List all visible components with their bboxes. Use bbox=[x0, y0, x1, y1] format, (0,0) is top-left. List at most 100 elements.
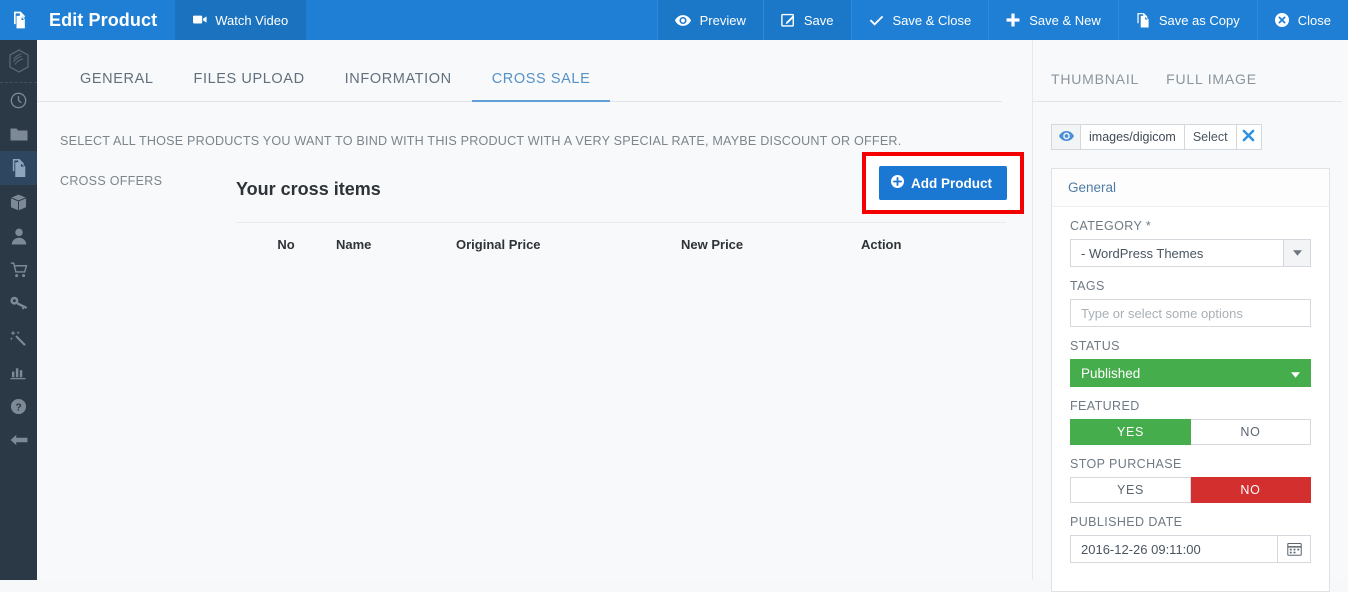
watch-video-button[interactable]: Watch Video bbox=[175, 0, 306, 40]
sidebar-item-orders[interactable] bbox=[0, 253, 37, 287]
cross-offers-label: CROSS OFFERS bbox=[60, 174, 162, 188]
cart-icon bbox=[10, 262, 28, 278]
bar-chart-icon bbox=[10, 365, 27, 380]
tab-files-upload[interactable]: FILES UPLOAD bbox=[174, 71, 325, 101]
save-and-new-button[interactable]: Save & New bbox=[988, 0, 1118, 40]
featured-yes-option[interactable]: YES bbox=[1070, 419, 1191, 445]
column-header-action: Action bbox=[861, 237, 981, 252]
tab-thumbnail[interactable]: THUMBNAIL bbox=[1051, 71, 1153, 101]
calendar-icon[interactable] bbox=[1277, 535, 1311, 563]
category-field: CATEGORY * - WordPress Themes bbox=[1070, 219, 1311, 267]
sidebar-item-products[interactable] bbox=[0, 151, 37, 185]
sidebar-item-dashboard[interactable] bbox=[0, 83, 37, 117]
package-icon bbox=[10, 194, 27, 211]
documents-icon bbox=[10, 159, 27, 177]
preview-label: Preview bbox=[700, 13, 746, 28]
column-header-new-price: New Price bbox=[681, 237, 861, 252]
content-area: GENERAL FILES UPLOAD INFORMATION CROSS S… bbox=[37, 40, 1348, 580]
video-camera-icon bbox=[193, 13, 207, 28]
user-icon bbox=[11, 228, 27, 245]
sidebar-item-help[interactable]: ? bbox=[0, 389, 37, 423]
copy-icon bbox=[1136, 13, 1150, 28]
image-tabs: THUMBNAIL FULL IMAGE bbox=[1033, 40, 1342, 102]
tags-field: TAGS bbox=[1070, 279, 1311, 327]
tab-information[interactable]: INFORMATION bbox=[325, 71, 472, 101]
status-value: Published bbox=[1081, 366, 1140, 381]
panel-header-general: General bbox=[1052, 169, 1329, 207]
page-title: Edit Product bbox=[37, 0, 175, 40]
stop-purchase-field: STOP PURCHASE YES NO bbox=[1070, 457, 1311, 503]
add-product-label: Add Product bbox=[911, 176, 992, 191]
preview-button[interactable]: Preview bbox=[657, 0, 763, 40]
chevron-down-icon[interactable] bbox=[1283, 240, 1310, 266]
sidebar-item-licenses[interactable] bbox=[0, 287, 37, 321]
featured-label: FEATURED bbox=[1070, 399, 1311, 413]
status-select[interactable]: Published bbox=[1070, 359, 1311, 387]
cross-items-panel: Your cross items Add Product Add Product bbox=[236, 172, 1006, 252]
cross-offers-section: CROSS OFFERS Your cross items Add Produc… bbox=[37, 172, 1032, 252]
tab-general-label: GENERAL bbox=[80, 71, 154, 87]
plus-icon bbox=[1006, 13, 1020, 27]
published-date-label: PUBLISHED DATE bbox=[1070, 515, 1311, 529]
save-as-copy-button[interactable]: Save as Copy bbox=[1118, 0, 1257, 40]
sidebar-item-packages[interactable] bbox=[0, 185, 37, 219]
save-and-close-button[interactable]: Save & Close bbox=[851, 0, 989, 40]
sidebar-item-back[interactable] bbox=[0, 423, 37, 457]
tab-full-image[interactable]: FULL IMAGE bbox=[1166, 71, 1271, 101]
close-circle-icon bbox=[1275, 13, 1289, 27]
featured-toggle: YES NO bbox=[1070, 419, 1311, 445]
toolbar-actions: Preview Save Save & Close Save & New Sav bbox=[657, 0, 1348, 40]
key-icon bbox=[10, 296, 28, 312]
published-date-control bbox=[1070, 535, 1311, 563]
cross-items-table-header: No Name Original Price New Price Action bbox=[236, 223, 1006, 252]
add-product-highlight-box: Add Product bbox=[862, 152, 1024, 214]
status-field: STATUS Published bbox=[1070, 339, 1311, 387]
tab-general[interactable]: GENERAL bbox=[60, 71, 174, 101]
stop-purchase-toggle: YES NO bbox=[1070, 477, 1311, 503]
watch-video-label: Watch Video bbox=[215, 13, 288, 28]
plus-circle-icon bbox=[891, 175, 904, 191]
column-header-no: No bbox=[236, 237, 336, 252]
select-image-button[interactable]: Select bbox=[1184, 124, 1236, 150]
magic-wand-icon bbox=[10, 330, 27, 347]
save-button[interactable]: Save bbox=[763, 0, 851, 40]
help-icon: ? bbox=[10, 398, 27, 415]
main-column: GENERAL FILES UPLOAD INFORMATION CROSS S… bbox=[37, 40, 1032, 580]
preview-image-button[interactable] bbox=[1051, 124, 1080, 150]
main-tabs: GENERAL FILES UPLOAD INFORMATION CROSS S… bbox=[37, 40, 1002, 102]
save-label: Save bbox=[804, 13, 834, 28]
top-toolbar: Edit Product Watch Video Preview Save Sa… bbox=[0, 0, 1348, 40]
sidebar-item-reports[interactable] bbox=[0, 355, 37, 389]
save-and-new-label: Save & New bbox=[1029, 13, 1101, 28]
brand-hexagon-icon bbox=[0, 40, 37, 83]
published-date-input[interactable] bbox=[1070, 535, 1277, 563]
app-logo-icon bbox=[0, 0, 37, 40]
check-icon bbox=[869, 14, 884, 26]
sidebar-item-files[interactable] bbox=[0, 117, 37, 151]
right-sidebar-panel: THUMBNAIL FULL IMAGE images/digicom Sele… bbox=[1032, 40, 1348, 580]
tab-thumbnail-label: THUMBNAIL bbox=[1051, 71, 1139, 87]
panel-body: CATEGORY * - WordPress Themes TAGS STATU… bbox=[1052, 207, 1329, 591]
column-header-original-price: Original Price bbox=[456, 237, 681, 252]
tab-cross-sale[interactable]: CROSS SALE bbox=[472, 71, 611, 101]
tab-full-image-label: FULL IMAGE bbox=[1166, 71, 1257, 87]
save-as-copy-label: Save as Copy bbox=[1159, 13, 1240, 28]
tags-input[interactable] bbox=[1070, 299, 1311, 327]
image-path-input[interactable]: images/digicom bbox=[1080, 124, 1184, 150]
column-header-name: Name bbox=[336, 237, 456, 252]
sidebar-item-tools[interactable] bbox=[0, 321, 37, 355]
stop-purchase-no-option[interactable]: NO bbox=[1191, 477, 1311, 503]
clear-image-button[interactable] bbox=[1236, 124, 1262, 150]
close-button[interactable]: Close bbox=[1257, 0, 1348, 40]
status-label: STATUS bbox=[1070, 339, 1311, 353]
save-and-close-label: Save & Close bbox=[893, 13, 972, 28]
stop-purchase-yes-option[interactable]: YES bbox=[1070, 477, 1191, 503]
add-product-button-highlighted[interactable]: Add Product bbox=[879, 166, 1007, 200]
close-label: Close bbox=[1298, 13, 1331, 28]
svg-text:?: ? bbox=[15, 402, 21, 413]
category-value: - WordPress Themes bbox=[1071, 240, 1283, 266]
featured-no-option[interactable]: NO bbox=[1191, 419, 1311, 445]
back-arrow-icon bbox=[10, 433, 28, 447]
sidebar-item-users[interactable] bbox=[0, 219, 37, 253]
category-select[interactable]: - WordPress Themes bbox=[1070, 239, 1311, 267]
